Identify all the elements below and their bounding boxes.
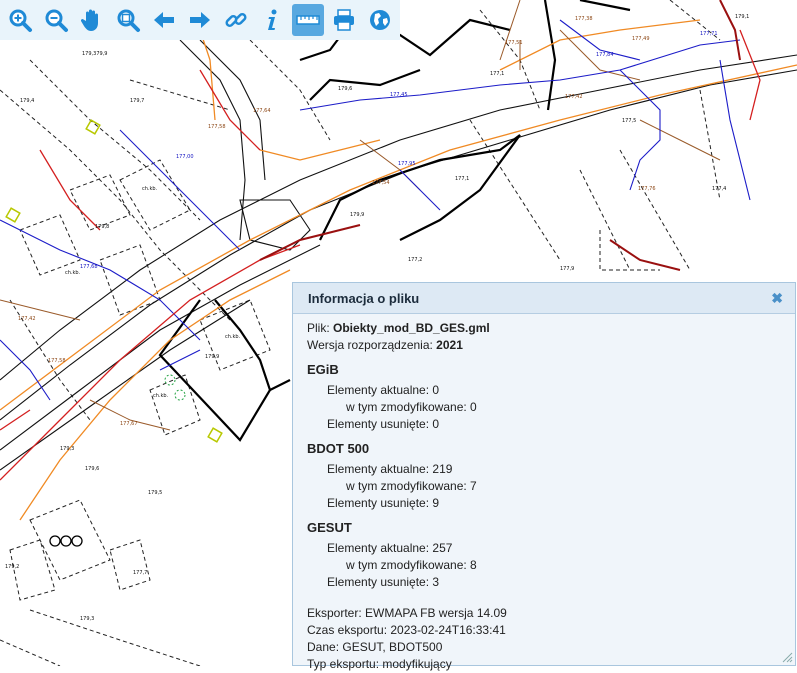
height-label: 179,8 <box>95 224 109 230</box>
version-value: 2021 <box>436 338 463 352</box>
height-label: 177,2 <box>408 257 422 263</box>
height-label: 179,3 <box>60 446 74 452</box>
rings-symbol <box>49 535 83 547</box>
water-label: 177,68 <box>80 264 98 270</box>
section-title: EGiB <box>307 362 339 377</box>
measure-button[interactable] <box>292 4 324 36</box>
zoom-extent-button[interactable] <box>112 4 144 36</box>
height-label: 179,4 <box>20 98 34 104</box>
height-label: 177,1 <box>490 71 504 77</box>
magnifier-plus-icon <box>9 9 32 32</box>
height-label: 179,6 <box>338 86 352 92</box>
version-label: Wersja rozporządzenia: <box>307 338 437 352</box>
close-icon[interactable]: ✖ <box>771 290 783 307</box>
magnifier-minus-icon <box>45 9 68 32</box>
elev-label: 177,76 <box>638 186 656 192</box>
deleted-count: Elementy usunięte: 9 <box>327 496 440 510</box>
panel-body: Plik: Obiekty_mod_BD_GES.gml Wersja rozp… <box>293 314 795 673</box>
elev-label: 177,58 <box>48 358 66 364</box>
height-label: 179,9 <box>350 212 364 218</box>
hand-icon <box>80 9 98 31</box>
current-count: Elementy aktualne: 257 <box>327 541 453 555</box>
deleted-count: Elementy usunięte: 3 <box>327 575 440 589</box>
arrow-right-icon <box>190 12 210 28</box>
resize-handle[interactable] <box>781 651 793 663</box>
height-label: 179,7 <box>130 98 144 104</box>
height-label: 177,4 <box>712 186 726 192</box>
water-label: 177,95 <box>398 161 416 167</box>
zoom-out-button[interactable] <box>40 4 72 36</box>
globe-icon <box>370 10 390 30</box>
link-button[interactable] <box>220 4 252 36</box>
elev-label: 177,54 <box>372 180 390 186</box>
height-label: 179,9 <box>205 354 219 360</box>
printer-icon <box>334 9 354 31</box>
print-button[interactable] <box>328 4 360 36</box>
building-label: ch.kb. <box>153 393 169 399</box>
data-row: Dane: GESUT, BDOT500 <box>307 640 443 654</box>
version-row: Wersja rozporządzenia: 2021 <box>307 337 795 354</box>
water-label: 177,45 <box>390 92 408 98</box>
elev-label: 177,51 <box>505 40 523 46</box>
section-title: BDOT 500 <box>307 441 370 456</box>
elev-label: 177,64 <box>253 108 271 114</box>
modified-count: w tym zmodyfikowane: 8 <box>346 558 477 572</box>
water-label: 177,71 <box>700 31 718 37</box>
height-label: 177,7 <box>133 570 147 576</box>
elev-label: 177,38 <box>575 16 593 22</box>
link-icon <box>225 12 247 28</box>
elev-label: 177,42 <box>565 94 583 100</box>
export-type-row: Typ eksportu: modyfikujący <box>307 657 452 671</box>
water-label: 177,00 <box>176 154 194 160</box>
info-icon <box>268 9 277 30</box>
globe-button[interactable] <box>364 4 396 36</box>
water-label: 177,84 <box>596 52 614 58</box>
yellow-markers <box>5 119 223 443</box>
back-button[interactable] <box>148 4 180 36</box>
export-time-row: Czas eksportu: 2023-02-24T16:33:41 <box>307 623 506 637</box>
exporter-row: Eksporter: EWMAPA FB wersja 14.09 <box>307 606 507 620</box>
file-row: Plik: Obiekty_mod_BD_GES.gml <box>307 320 795 337</box>
building-label: ch.kb. <box>225 334 241 340</box>
info-button[interactable] <box>256 4 288 36</box>
height-label: 179,379,9 <box>82 51 107 57</box>
file-value: Obiekty_mod_BD_GES.gml <box>333 321 490 335</box>
elev-label: 177,42 <box>18 316 36 322</box>
height-label: 179,3 <box>80 616 94 622</box>
panel-title: Informacja o pliku <box>308 291 420 306</box>
height-label: 177,1 <box>455 176 469 182</box>
forward-button[interactable] <box>184 4 216 36</box>
modified-count: w tym zmodyfikowane: 7 <box>346 479 477 493</box>
pan-button[interactable] <box>76 4 108 36</box>
zoom-in-button[interactable] <box>4 4 36 36</box>
deleted-count: Elementy usunięte: 0 <box>327 417 440 431</box>
file-info-panel: Informacja o pliku ✖ Plik: Obiekty_mod_B… <box>292 282 796 671</box>
arrow-left-icon <box>154 12 174 28</box>
elev-label: 177,67 <box>120 421 138 427</box>
modified-count: w tym zmodyfikowane: 0 <box>346 400 477 414</box>
dark-red-lines <box>259 0 741 271</box>
current-count: Elementy aktualne: 0 <box>327 383 440 397</box>
height-label: 179,1 <box>735 14 749 20</box>
building-label: ch.kb. <box>142 186 158 192</box>
height-label: 179,5 <box>148 490 162 496</box>
height-label: 179,6 <box>85 466 99 472</box>
height-label: 177,5 <box>622 118 636 124</box>
section-title: GESUT <box>307 520 352 535</box>
current-count: Elementy aktualne: 219 <box>327 462 453 476</box>
elev-label: 177,49 <box>632 36 650 42</box>
building-label: ch.kb. <box>65 270 81 276</box>
file-label: Plik: <box>307 321 334 335</box>
elev-label: 177,58 <box>208 124 226 130</box>
height-label: 179,2 <box>5 564 19 570</box>
magnifier-extent-icon <box>117 9 140 32</box>
toolbar <box>0 0 400 40</box>
height-label: 177,9 <box>560 266 574 272</box>
panel-header: Informacja o pliku ✖ <box>293 283 795 314</box>
ruler-icon <box>296 15 320 25</box>
